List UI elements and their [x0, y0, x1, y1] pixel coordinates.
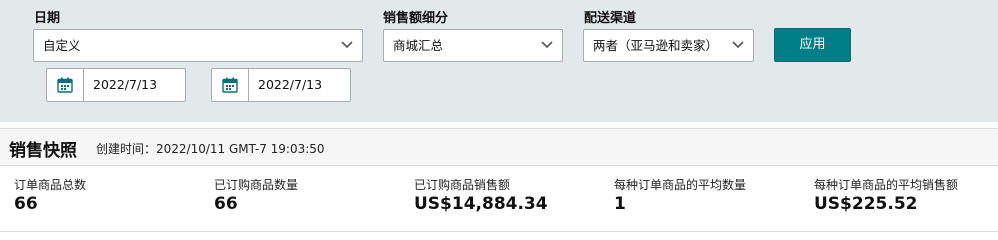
chevron-down-icon [732, 41, 744, 49]
calendar-icon [57, 77, 73, 93]
chevron-down-icon [541, 41, 553, 49]
calendar-icon [222, 77, 238, 93]
snapshot-created-time: 创建时间：2022/10/11 GMT-7 19:03:50 [96, 142, 325, 156]
metric-value: 66 [214, 194, 238, 214]
metric-value: 1 [614, 194, 626, 214]
sales-breakdown-value: 商城汇总 [393, 38, 444, 53]
filter-panel: 日期 自定义 销售额细分 商城汇总 配送渠道 两者（亚马逊和卖家） 应用 202… [0, 0, 998, 122]
start-date-value: 2022/7/13 [93, 77, 158, 92]
snapshot-title: 销售快照 [9, 141, 77, 161]
date-range-select[interactable]: 自定义 [33, 29, 363, 62]
date-label: 日期 [34, 11, 61, 26]
metric-total-order-items: 订单商品总数 66 [14, 178, 214, 215]
end-date-value: 2022/7/13 [258, 77, 323, 92]
metric-label: 每种订单商品的平均销售额 [814, 178, 959, 192]
apply-button[interactable]: 应用 [774, 28, 851, 62]
metric-value: 66 [14, 194, 38, 214]
date-range-value: 自定义 [43, 38, 81, 53]
fulfillment-channel-value: 两者（亚马逊和卖家） [593, 38, 719, 53]
end-date-picker-button[interactable] [212, 69, 249, 101]
metric-ordered-product-sales: 已订购商品销售额 US$14,884.34 [414, 178, 614, 215]
start-date-picker-button[interactable] [47, 69, 84, 101]
metric-label: 每种订单商品的平均数量 [614, 178, 747, 192]
fulfillment-channel-select[interactable]: 两者（亚马逊和卖家） [583, 29, 754, 62]
metric-avg-sales-per-item: 每种订单商品的平均销售额 US$225.52 [814, 178, 998, 215]
metric-value: US$14,884.34 [414, 194, 548, 214]
chevron-down-icon [341, 41, 353, 49]
metric-value: US$225.52 [814, 194, 918, 214]
fulfillment-channel-label: 配送渠道 [584, 11, 637, 26]
metric-label: 订单商品总数 [14, 178, 87, 192]
end-date-field[interactable]: 2022/7/13 [211, 68, 351, 102]
metric-label: 已订购商品销售额 [414, 178, 511, 192]
sales-snapshot-header: 销售快照 创建时间：2022/10/11 GMT-7 19:03:50 [0, 128, 998, 166]
start-date-field[interactable]: 2022/7/13 [46, 68, 186, 102]
metric-avg-units-per-item: 每种订单商品的平均数量 1 [614, 178, 814, 215]
metric-label: 已订购商品数量 [214, 178, 299, 192]
sales-breakdown-label: 销售额细分 [383, 11, 449, 26]
snapshot-metrics: 订单商品总数 66 已订购商品数量 66 已订购商品销售额 US$14,884.… [0, 166, 998, 232]
sales-breakdown-select[interactable]: 商城汇总 [383, 29, 563, 62]
metric-units-ordered: 已订购商品数量 66 [214, 178, 414, 215]
